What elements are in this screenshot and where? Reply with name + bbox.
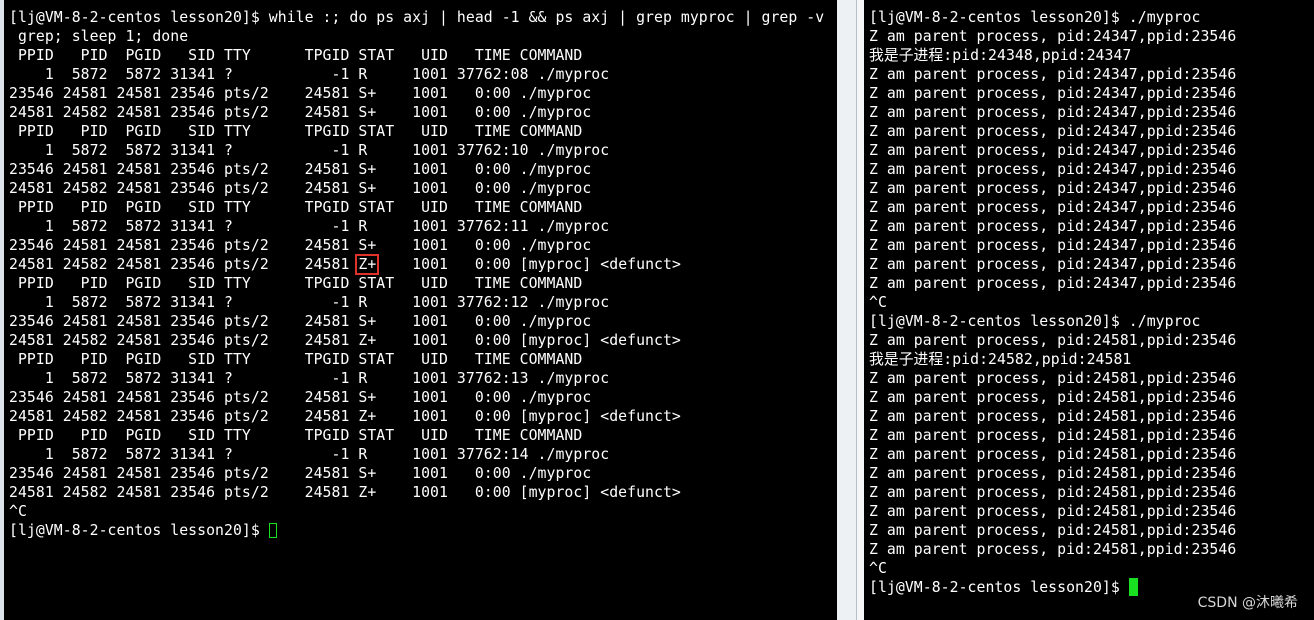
right-terminal-output: [lj@VM-8-2-centos lesson20]$ ./myproc Z a… — [869, 8, 1314, 597]
left-terminal-prompt-line[interactable]: [lj@VM-8-2-centos lesson20]$ — [9, 521, 837, 540]
right-terminal-line: Z am parent process, pid:24581,ppid:2354… — [869, 541, 1237, 558]
right-terminal-line: Z am parent process, pid:24347,ppid:2354… — [869, 161, 1237, 178]
left-terminal-line: PPID PID PGID SID TTY TPGID STAT UID TIM… — [9, 427, 583, 444]
left-terminal-output: [lj@VM-8-2-centos lesson20]$ while :; do… — [9, 8, 837, 540]
shell-prompt: [lj@VM-8-2-centos lesson20]$ — [9, 522, 269, 539]
left-terminal-line: 23546 24581 24581 23546 pts/2 24581 S+ 1… — [9, 465, 592, 482]
right-terminal-line: Z am parent process, pid:24347,ppid:2354… — [869, 85, 1237, 102]
right-terminal-line: [lj@VM-8-2-centos lesson20]$ ./myproc — [869, 9, 1201, 26]
right-terminal-line: Z am parent process, pid:24347,ppid:2354… — [869, 123, 1237, 140]
left-terminal-line: 24581 24582 24581 23546 pts/2 24581 Z+ 1… — [9, 332, 681, 349]
shell-prompt: [lj@VM-8-2-centos lesson20]$ — [869, 579, 1129, 596]
right-terminal-line: 我是子进程:pid:24582,ppid:24581 — [869, 351, 1132, 368]
right-terminal-line: Z am parent process, pid:24347,ppid:2354… — [869, 142, 1237, 159]
right-terminal-line: [lj@VM-8-2-centos lesson20]$ ./myproc — [869, 313, 1201, 330]
left-terminal-line: PPID PID PGID SID TTY TPGID STAT UID TIM… — [9, 275, 583, 292]
left-terminal-line: PPID PID PGID SID TTY TPGID STAT UID TIM… — [9, 47, 583, 64]
right-terminal-line: 我是子进程:pid:24348,ppid:24347 — [869, 47, 1132, 64]
right-terminal-line: Z am parent process, pid:24581,ppid:2354… — [869, 484, 1237, 501]
right-terminal-line: Z am parent process, pid:24581,ppid:2354… — [869, 408, 1237, 425]
right-terminal-line: Z am parent process, pid:24581,ppid:2354… — [869, 522, 1237, 539]
left-terminal-line: [lj@VM-8-2-centos lesson20]$ while :; do… — [9, 9, 825, 26]
left-terminal-line: PPID PID PGID SID TTY TPGID STAT UID TIM… — [9, 351, 583, 368]
pane-splitter-gap — [857, 0, 864, 620]
left-terminal-line: PPID PID PGID SID TTY TPGID STAT UID TIM… — [9, 199, 583, 216]
left-terminal-line: 1 5872 5872 31341 ? -1 R 1001 37762:08 .… — [9, 66, 610, 83]
right-terminal-line: Z am parent process, pid:24581,ppid:2354… — [869, 370, 1237, 387]
csdn-watermark: CSDN @沐曦希 — [1197, 595, 1298, 611]
right-terminal-line: Z am parent process, pid:24347,ppid:2354… — [869, 275, 1237, 292]
left-terminal-line: grep; sleep 1; done — [9, 28, 189, 45]
left-terminal-line: 23546 24581 24581 23546 pts/2 24581 S+ 1… — [9, 161, 592, 178]
left-terminal-line: 1 5872 5872 31341 ? -1 R 1001 37762:14 .… — [9, 446, 610, 463]
left-terminal-line: 23546 24581 24581 23546 pts/2 24581 S+ 1… — [9, 85, 592, 102]
right-terminal-line: Z am parent process, pid:24581,ppid:2354… — [869, 446, 1237, 463]
right-terminal-line: Z am parent process, pid:24347,ppid:2354… — [869, 28, 1237, 45]
pane-splitter[interactable] — [837, 0, 856, 620]
left-terminal-line: PPID PID PGID SID TTY TPGID STAT UID TIM… — [9, 123, 583, 140]
left-terminal-line: 23546 24581 24581 23546 pts/2 24581 S+ 1… — [9, 313, 592, 330]
right-terminal-line: Z am parent process, pid:24347,ppid:2354… — [869, 256, 1237, 273]
right-terminal-line: Z am parent process, pid:24347,ppid:2354… — [869, 104, 1237, 121]
right-terminal-line: Z am parent process, pid:24347,ppid:2354… — [869, 237, 1237, 254]
left-terminal-line: 24581 24582 24581 23546 pts/2 24581 S+ 1… — [9, 104, 592, 121]
right-terminal-line: Z am parent process, pid:24347,ppid:2354… — [869, 199, 1237, 216]
right-terminal-line: Z am parent process, pid:24581,ppid:2354… — [869, 465, 1237, 482]
right-terminal-line: Z am parent process, pid:24581,ppid:2354… — [869, 332, 1237, 349]
left-terminal-line: 1 5872 5872 31341 ? -1 R 1001 37762:10 .… — [9, 142, 610, 159]
right-terminal-line: ^C — [869, 560, 887, 577]
zombie-stat-highlight: Z+ — [355, 254, 380, 275]
left-terminal-line: 1 5872 5872 31341 ? -1 R 1001 37762:11 .… — [9, 218, 610, 235]
right-terminal-line: Z am parent process, pid:24347,ppid:2354… — [869, 66, 1237, 83]
left-terminal-line: 1 5872 5872 31341 ? -1 R 1001 37762:12 .… — [9, 294, 610, 311]
left-terminal-line: 23546 24581 24581 23546 pts/2 24581 S+ 1… — [9, 389, 592, 406]
left-terminal-line: ^C — [9, 503, 27, 520]
left-terminal-line: 23546 24581 24581 23546 pts/2 24581 S+ 1… — [9, 237, 592, 254]
text-cursor — [1128, 577, 1138, 596]
line-text: 24581 24582 24581 23546 pts/2 24581 — [9, 256, 359, 273]
left-terminal-line: 24581 24582 24581 23546 pts/2 24581 Z+ 1… — [9, 254, 837, 275]
right-terminal-line: Z am parent process, pid:24347,ppid:2354… — [869, 218, 1237, 235]
right-terminal-pane[interactable]: [lj@VM-8-2-centos lesson20]$ ./myproc Z a… — [864, 0, 1314, 620]
left-terminal-line: 24581 24582 24581 23546 pts/2 24581 S+ 1… — [9, 180, 592, 197]
left-terminal-pane[interactable]: [lj@VM-8-2-centos lesson20]$ while :; do… — [4, 0, 837, 620]
left-terminal-line: 24581 24582 24581 23546 pts/2 24581 Z+ 1… — [9, 484, 681, 501]
line-text: 1001 0:00 [myproc] <defunct> — [376, 256, 681, 273]
right-terminal-line: Z am parent process, pid:24347,ppid:2354… — [869, 180, 1237, 197]
right-terminal-line: Z am parent process, pid:24581,ppid:2354… — [869, 389, 1237, 406]
left-terminal-line: 1 5872 5872 31341 ? -1 R 1001 37762:13 .… — [9, 370, 610, 387]
left-terminal-line: 24581 24582 24581 23546 pts/2 24581 Z+ 1… — [9, 408, 681, 425]
text-cursor — [268, 522, 277, 538]
right-terminal-line: ^C — [869, 294, 887, 311]
right-terminal-line: Z am parent process, pid:24581,ppid:2354… — [869, 503, 1237, 520]
right-terminal-line: Z am parent process, pid:24581,ppid:2354… — [869, 427, 1237, 444]
